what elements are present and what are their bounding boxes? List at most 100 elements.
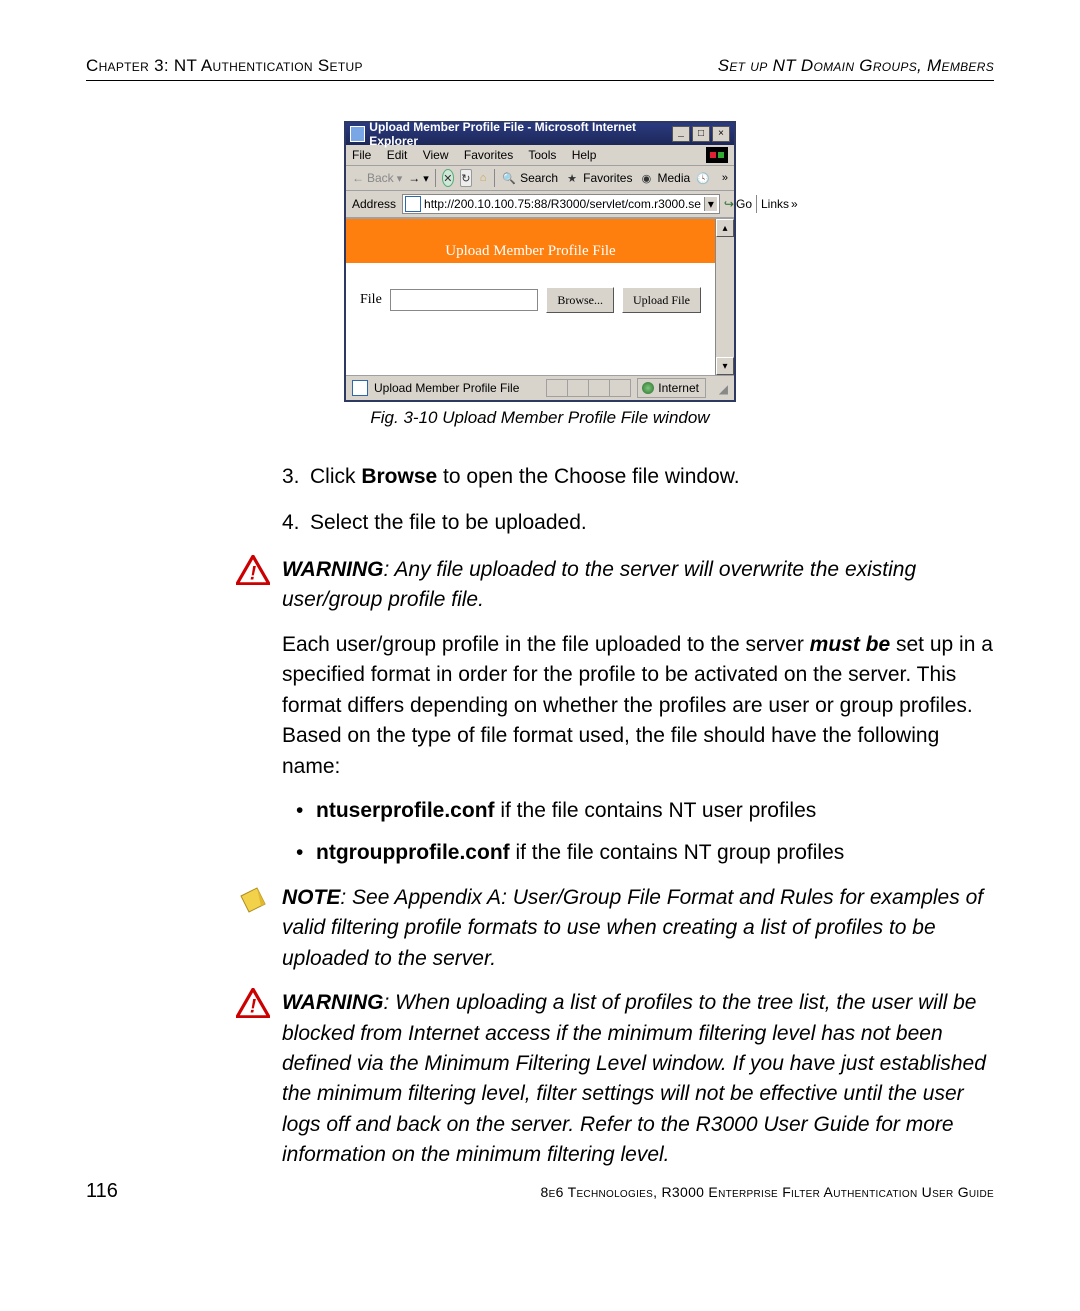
banner-title: Upload Member Profile File — [346, 241, 715, 263]
ie-logo-icon — [706, 147, 728, 163]
page-number: 116 — [86, 1180, 118, 1203]
internet-zone-icon — [642, 382, 654, 394]
favorites-icon: ★ — [564, 170, 580, 186]
ie-address-bar: Address http://200.10.100.75:88/R3000/se… — [346, 191, 734, 218]
step-4: 4. Select the file to be uploaded. — [282, 508, 994, 538]
favorites-button[interactable]: ★ Favorites — [564, 170, 632, 186]
menu-help[interactable]: Help — [572, 148, 597, 162]
zone-label: Internet — [658, 381, 699, 395]
status-cells — [546, 379, 631, 397]
running-footer: 116 8e6 Technologies, R3000 Enterprise F… — [86, 1180, 994, 1203]
search-icon: 🔍 — [501, 170, 517, 186]
body-content: 3. Click Browse to open the Choose file … — [282, 462, 994, 1171]
warning-callout: ! WARNING: Any file uploaded to the serv… — [242, 555, 994, 616]
browse-button[interactable]: Browse... — [546, 287, 614, 313]
footer-right: 8e6 Technologies, R3000 Enterprise Filte… — [541, 1184, 994, 1200]
note-callout: NOTE: See Appendix A: User/Group File Fo… — [242, 883, 994, 974]
vertical-scrollbar[interactable]: ▴ ▾ — [715, 219, 734, 375]
svg-text:!: ! — [250, 563, 257, 584]
file-label: File — [360, 292, 382, 308]
back-button[interactable]: ← Back ▾ — [352, 171, 402, 185]
bullet-1-text: if the file contains NT user profiles — [495, 799, 817, 822]
bullet-2-bold: ntgroupprofile.conf — [316, 841, 510, 864]
ie-content: Upload Member Profile File File Browse..… — [346, 218, 734, 375]
header-rule — [86, 80, 994, 81]
minimize-button[interactable]: _ — [672, 126, 690, 142]
history-icon[interactable]: 🕓 — [696, 170, 710, 186]
address-separator — [756, 195, 757, 213]
upload-row: File Browse... Upload File — [346, 263, 715, 313]
go-button[interactable]: ↪ Go — [724, 197, 752, 211]
ie-window: Upload Member Profile File - Microsoft I… — [344, 121, 736, 402]
bullet-2: ntgroupprofile.conf if the file contains… — [296, 838, 994, 868]
stop-icon[interactable]: ✕ — [442, 169, 454, 187]
media-button[interactable]: ◉ Media — [638, 170, 690, 186]
header-left: Chapter 3: NT Authentication Setup — [86, 56, 363, 76]
step-3-bold: Browse — [361, 465, 437, 488]
step-number: 3. — [282, 462, 310, 492]
resize-grip-icon[interactable]: ◢ — [712, 380, 728, 396]
warning-icon: ! — [236, 988, 270, 1018]
search-button[interactable]: 🔍 Search — [501, 170, 558, 186]
scroll-up-icon[interactable]: ▴ — [716, 219, 734, 237]
para1-bold: must be — [810, 633, 891, 656]
header-right: Set up NT Domain Groups, Members — [718, 56, 994, 76]
page: Chapter 3: NT Authentication Setup Set u… — [0, 0, 1080, 1311]
ie-menubar: File Edit View Favorites Tools Help — [346, 145, 734, 166]
figure: Upload Member Profile File - Microsoft I… — [344, 121, 736, 428]
toolbar-overflow-icon[interactable]: » — [722, 172, 728, 184]
step-3-post: to open the Choose file window. — [437, 465, 739, 488]
refresh-icon[interactable]: ↻ — [460, 169, 472, 187]
bullet-1: ntuserprofile.conf if the file contains … — [296, 796, 994, 826]
figure-caption: Fig. 3-10 Upload Member Profile File win… — [344, 408, 736, 428]
address-url: http://200.10.100.75:88/R3000/servlet/co… — [424, 197, 701, 211]
note-icon — [236, 885, 270, 915]
ie-title: Upload Member Profile File - Microsoft I… — [369, 120, 672, 148]
ie-app-icon — [350, 126, 365, 142]
note-label: NOTE — [282, 886, 340, 909]
home-icon[interactable]: ⌂ — [478, 170, 488, 186]
go-icon: ↪ — [724, 197, 734, 211]
banner-strip — [346, 219, 715, 241]
media-icon: ◉ — [638, 170, 654, 186]
step-3-pre: Click — [310, 465, 361, 488]
toolbar-separator — [494, 169, 495, 187]
address-dropdown-icon[interactable]: ▾ — [704, 197, 717, 211]
file-path-input[interactable] — [390, 289, 539, 311]
status-text: Upload Member Profile File — [374, 381, 519, 395]
ie-toolbar: ← Back ▾ → ▾ ✕ ↻ ⌂ 🔍 Search ★ Favorites … — [346, 166, 734, 191]
warning-callout-2: ! WARNING: When uploading a list of prof… — [242, 988, 994, 1171]
bullet-list: ntuserprofile.conf if the file contains … — [296, 796, 994, 869]
svg-text:!: ! — [250, 997, 257, 1018]
security-zone: Internet — [637, 378, 706, 398]
address-label: Address — [352, 197, 396, 211]
forward-button[interactable]: → ▾ — [408, 171, 429, 185]
step-4-text: Select the file to be uploaded. — [310, 508, 994, 538]
note-text: : See Appendix A: User/Group File Format… — [282, 886, 983, 970]
step-number: 4. — [282, 508, 310, 538]
bullet-1-bold: ntuserprofile.conf — [316, 799, 495, 822]
status-page-icon — [352, 380, 368, 396]
menu-view[interactable]: View — [423, 148, 449, 162]
upload-file-button[interactable]: Upload File — [622, 287, 701, 313]
links-button[interactable]: Links » — [761, 197, 798, 211]
warning-2-text: : When uploading a list of profiles to t… — [282, 991, 986, 1166]
step-3: 3. Click Browse to open the Choose file … — [282, 462, 994, 492]
toolbar-separator — [435, 169, 436, 187]
menu-tools[interactable]: Tools — [528, 148, 556, 162]
warning-label: WARNING — [282, 558, 384, 581]
menu-file[interactable]: File — [352, 148, 371, 162]
maximize-button[interactable]: □ — [692, 126, 710, 142]
page-icon — [405, 196, 421, 212]
address-input[interactable]: http://200.10.100.75:88/R3000/servlet/co… — [402, 194, 720, 214]
paragraph: Each user/group profile in the file uplo… — [282, 630, 994, 782]
running-header: Chapter 3: NT Authentication Setup Set u… — [86, 56, 994, 76]
para1-pre: Each user/group profile in the file uplo… — [282, 633, 810, 656]
menu-edit[interactable]: Edit — [387, 148, 408, 162]
menu-favorites[interactable]: Favorites — [464, 148, 513, 162]
warning-2-label: WARNING — [282, 991, 384, 1014]
bullet-2-text: if the file contains NT group profiles — [510, 841, 845, 864]
close-button[interactable]: × — [712, 126, 730, 142]
ie-status-bar: Upload Member Profile File Internet ◢ — [346, 375, 734, 400]
scroll-down-icon[interactable]: ▾ — [716, 357, 734, 375]
